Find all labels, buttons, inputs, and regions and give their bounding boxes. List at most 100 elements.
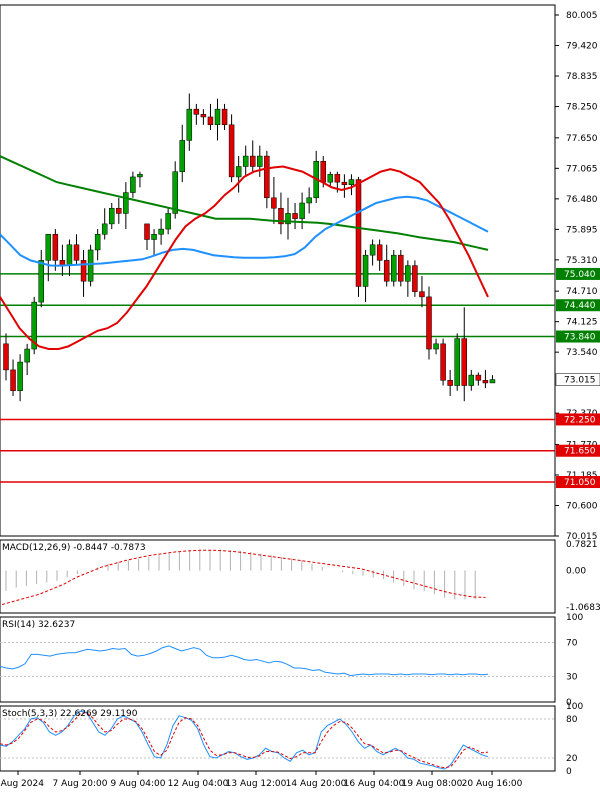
candle-body [24,348,30,363]
candle-body [45,234,52,261]
x-tick-label: 14 Aug 20:00 [286,779,347,789]
macd-y-tick-label: -1.0683 [566,603,600,613]
candle-body [405,265,411,282]
price-y-tick-label: 75.310 [566,256,598,266]
background [0,0,600,793]
candle-body [94,234,101,251]
candle-body [172,171,178,214]
candle-body [165,213,171,230]
candle-body [17,361,23,392]
candle-body [299,202,305,219]
candle-body [398,254,404,282]
x-tick-label: 16 Aug 04:00 [344,779,405,789]
candle-body [193,108,200,115]
candle-body [101,223,108,235]
candle-body [130,176,136,193]
candle-body [179,140,185,172]
rsi-label: RSI(14) 32.6237 [2,620,75,630]
x-tick-label: 6 Aug 2024 [0,779,44,789]
candle-body [200,114,207,118]
candle-body [250,155,256,167]
price-y-tick-label: 75.895 [566,225,598,235]
candle-body [383,260,390,282]
candle-body [144,223,150,240]
macd-label: MACD(12,26,9) -0.8447 -0.7873 [2,543,146,553]
candle-body [38,260,44,303]
candle-body [10,369,16,392]
candle-body [66,244,73,266]
rsi-y-tick-label: 100 [566,613,583,623]
macd-y-tick-label: 0.00 [566,567,586,577]
candle-body [433,343,439,350]
candle-body [419,291,425,298]
candle-body [461,338,467,386]
macd-y-tick-label: 0.7821 [566,540,598,550]
x-tick-label: 20 Aug 16:00 [462,779,523,789]
stoch-y-tick-label: 0 [566,767,572,777]
price-y-tick-label: 79.420 [566,42,598,52]
x-tick-label: 19 Aug 08:00 [402,779,463,789]
price-y-tick-label: 80.005 [566,11,598,21]
candle-body [207,116,214,126]
candle-body [475,374,482,381]
candle-body [454,338,460,386]
level-tag-label: 71.650 [564,447,596,457]
candle-body [292,213,298,219]
candle-body [235,166,242,178]
candle-body [447,380,453,386]
price-y-tick-label: 77.650 [566,134,598,144]
price-y-tick-label: 74.125 [566,318,598,328]
price-y-tick-label: 74.710 [566,287,598,297]
chart-canvas: 80.005 79.420 78.835 78.250 77.650 77.065 76.4… [0,0,600,793]
candle-body [257,155,263,167]
candle-body [151,234,157,240]
x-tick-label: 9 Aug 04:00 [111,779,166,789]
price-y-tick-label: 78.835 [566,72,598,82]
candle-body [482,380,489,384]
rsi-y-tick-label: 30 [566,673,578,683]
candle-body [137,174,143,178]
candle-body [369,244,376,256]
price-y-tick-label: 76.480 [566,195,598,205]
stoch-y-tick-label: 20 [566,754,578,764]
candle-body [426,296,432,350]
price-y-tick-label: 78.250 [566,103,598,113]
candle-body [73,244,80,261]
level-tag-label: 74.440 [564,301,596,311]
candle-body [362,254,369,287]
price-y-tick-label: 77.065 [566,164,598,174]
stoch-label: Stoch(5,3,3) 22.6269 29.1190 [2,709,138,719]
stoch-y-tick-label: 100 [566,702,583,712]
candle-body [376,244,383,261]
current-price-label: 73.015 [564,376,596,386]
candle-body [3,343,9,371]
candle-body [412,265,418,292]
candle-body [186,108,193,141]
level-tag-label: 72.250 [564,415,596,425]
candle-body [228,124,235,178]
candle-body [158,228,164,235]
rsi-y-tick-label: 70 [566,639,578,649]
candle-body [341,181,348,186]
candle-body [123,192,129,214]
candle-body [221,108,228,126]
x-tick-label: 7 Aug 20:00 [53,779,108,789]
candle-body [264,155,270,199]
candle-body [52,234,59,261]
candle-body [391,254,397,282]
x-tick-label: 12 Aug 04:00 [168,779,229,789]
candle-body [109,207,115,225]
level-tag-label: 75.040 [564,270,596,280]
candle-body [271,197,277,209]
candle-body [348,179,355,186]
candle-body [116,207,122,214]
candle-body [87,249,94,282]
candle-body [440,343,446,381]
x-tick-label: 13 Aug 12:00 [226,779,287,789]
price-y-tick-label: 73.540 [566,348,598,358]
candle-body [468,374,475,386]
candle-body [306,197,312,204]
candle-body [355,179,362,287]
candle-body [242,155,249,167]
price-y-tick-label: 70.600 [566,501,598,511]
